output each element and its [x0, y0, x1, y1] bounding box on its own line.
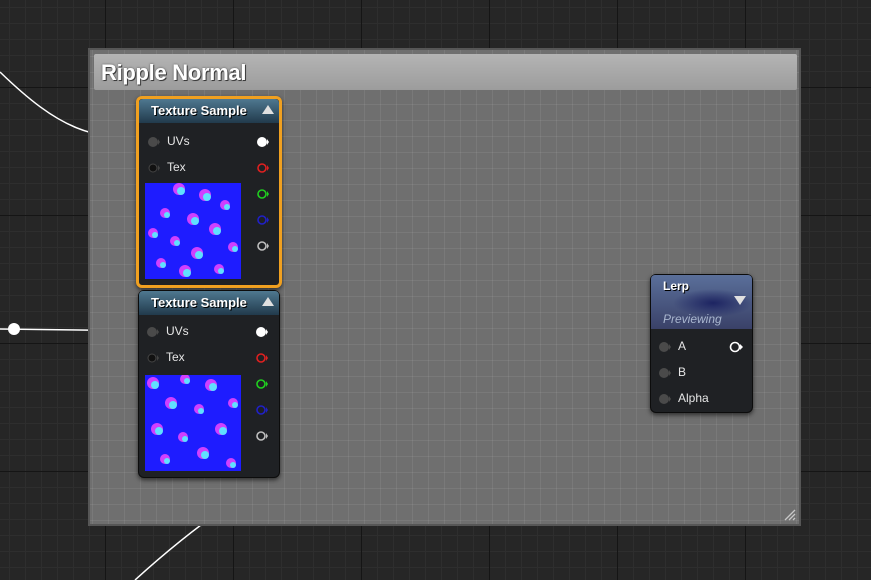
- collapse-arrow-icon[interactable]: [262, 105, 274, 114]
- texture-sample-node-1[interactable]: Texture Sample UVs Tex: [136, 96, 282, 288]
- comment-title: Ripple Normal: [101, 60, 247, 85]
- lerp-header[interactable]: Lerp Previewing: [651, 275, 752, 329]
- r-output-pin[interactable]: [256, 352, 268, 364]
- tex-pin-label: Tex: [166, 350, 185, 364]
- tex-input-pin[interactable]: [148, 162, 160, 174]
- node-title: Lerp: [663, 279, 690, 293]
- a-output-pin[interactable]: [256, 430, 268, 442]
- reroute-node[interactable]: [6, 322, 22, 338]
- tex-pin-label: Tex: [167, 160, 186, 174]
- texture-preview-thumbnail: [145, 375, 241, 471]
- rgb-output-pin[interactable]: [257, 136, 269, 148]
- a-input-pin[interactable]: [659, 341, 671, 353]
- node-title: Texture Sample: [151, 295, 247, 310]
- collapse-arrow-icon[interactable]: [262, 297, 274, 306]
- b-pin-label: B: [678, 365, 687, 379]
- a-output-pin[interactable]: [257, 240, 269, 252]
- alpha-input-pin[interactable]: [659, 393, 671, 405]
- texture-preview-thumbnail: [145, 183, 241, 279]
- expand-arrow-icon[interactable]: [734, 296, 746, 305]
- a-pin-label: A: [678, 339, 687, 353]
- node-header[interactable]: Texture Sample: [139, 291, 279, 315]
- tex-input-pin[interactable]: [147, 352, 159, 364]
- ripple-normal-map-icon: [145, 375, 241, 471]
- node-header[interactable]: Texture Sample: [139, 99, 279, 123]
- r-output-pin[interactable]: [257, 162, 269, 174]
- lerp-node[interactable]: Lerp Previewing A B Alpha: [650, 274, 753, 413]
- uvs-pin-label: UVs: [167, 134, 190, 148]
- previewing-label: Previewing: [663, 312, 722, 326]
- b-output-pin[interactable]: [256, 404, 268, 416]
- b-input-pin[interactable]: [659, 367, 671, 379]
- g-output-pin[interactable]: [257, 188, 269, 200]
- node-title: Texture Sample: [151, 103, 247, 118]
- b-output-pin[interactable]: [257, 214, 269, 226]
- result-output-pin[interactable]: [729, 341, 743, 353]
- ripple-normal-map-icon: [145, 183, 241, 279]
- texture-sample-node-2[interactable]: Texture Sample UVs Tex: [138, 290, 280, 478]
- uvs-pin-label: UVs: [166, 324, 189, 338]
- uvs-input-pin[interactable]: [147, 326, 159, 338]
- g-output-pin[interactable]: [256, 378, 268, 390]
- rgb-output-pin[interactable]: [256, 326, 268, 338]
- resize-grip-icon[interactable]: [784, 509, 796, 521]
- alpha-pin-label: Alpha: [678, 391, 709, 405]
- uvs-input-pin[interactable]: [148, 136, 160, 148]
- comment-header[interactable]: Ripple Normal: [94, 54, 797, 90]
